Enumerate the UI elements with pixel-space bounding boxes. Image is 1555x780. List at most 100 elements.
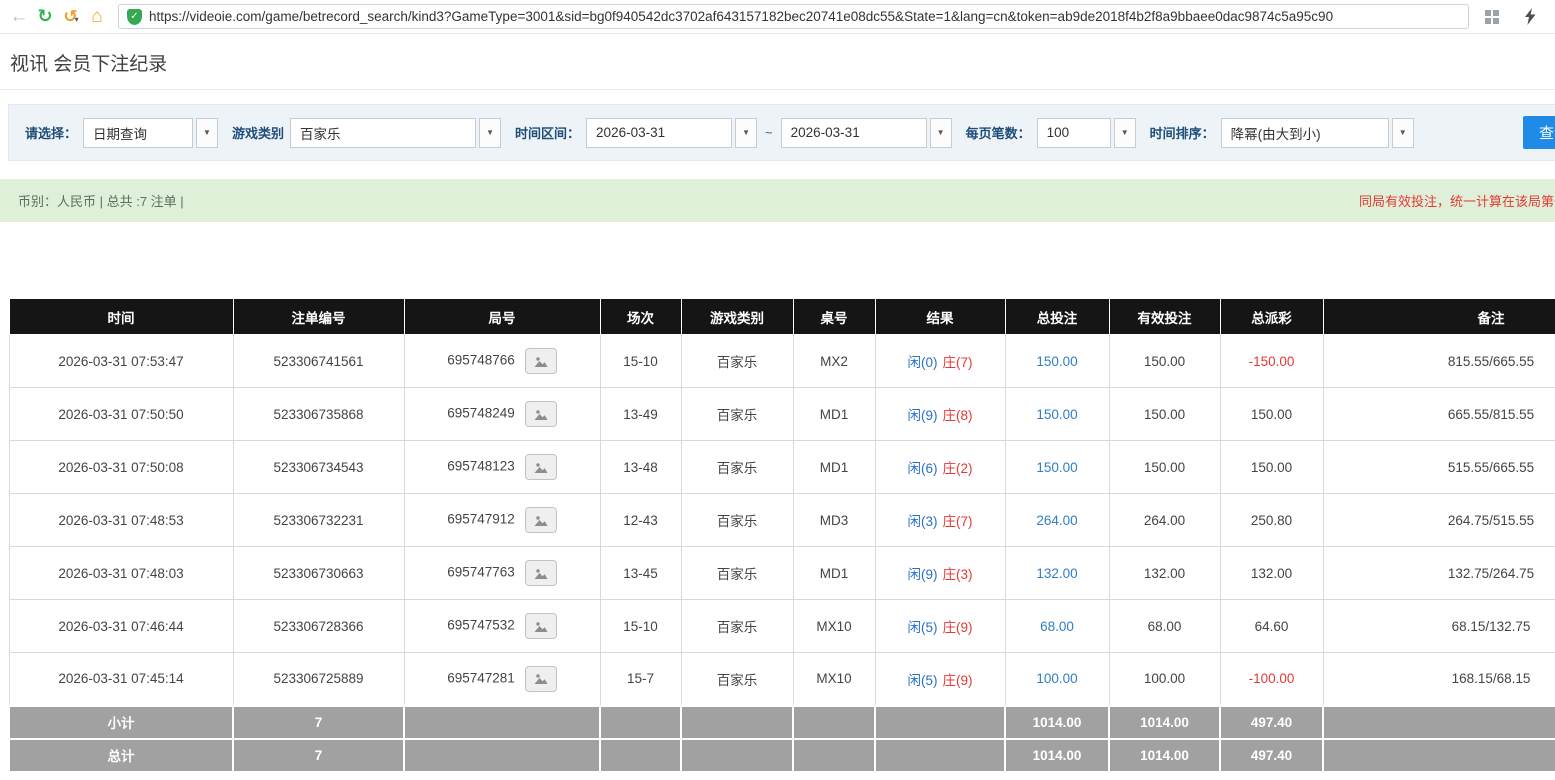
chevron-down-icon[interactable]: ▼ xyxy=(479,117,502,148)
total-bet-cell[interactable]: 150.00 xyxy=(1004,440,1110,494)
round-number: 695748766 xyxy=(447,352,515,368)
valid-bet-cell: 150.00 xyxy=(1108,440,1221,494)
video-replay-button[interactable] xyxy=(524,560,557,586)
banker-result: 庄(7) xyxy=(942,355,973,370)
table-no-cell: MX10 xyxy=(792,652,876,706)
game-type-label: 游戏类别 xyxy=(232,126,285,141)
lightning-icon[interactable] xyxy=(1517,4,1543,30)
bet-id-cell: 523306732231 xyxy=(232,493,405,547)
subtotal-payout: 497.40 xyxy=(1219,704,1324,740)
game-cell: 百家乐 xyxy=(680,599,794,653)
video-replay-button[interactable] xyxy=(524,665,557,692)
video-replay-button[interactable] xyxy=(524,348,557,374)
video-replay-button[interactable] xyxy=(524,401,557,427)
query-type-value[interactable]: 日期查询 xyxy=(83,117,194,148)
security-shield-icon: ✓ xyxy=(127,8,142,25)
back-button[interactable]: ← xyxy=(6,4,32,30)
note-cell: 68.15/132.75 xyxy=(1322,599,1555,653)
session-cell: 15-10 xyxy=(599,599,682,653)
bet-id-cell: 523306730663 xyxy=(232,546,405,600)
session-cell: 13-48 xyxy=(599,440,682,494)
sort-value[interactable]: 降幂(由大到小) xyxy=(1220,117,1389,148)
chevron-down-icon[interactable]: ▼ xyxy=(929,117,952,148)
round-number: 695747532 xyxy=(447,617,515,633)
sort-select[interactable]: 降幂(由大到小) ▼ xyxy=(1220,117,1414,148)
table-row: 2026-03-31 07:50:50 523306735868 6957482… xyxy=(8,387,1555,441)
search-button[interactable]: 查询 xyxy=(1522,116,1555,149)
valid-bet-cell: 150.00 xyxy=(1108,387,1221,441)
media-icon xyxy=(534,674,548,685)
url-text[interactable]: https://videoie.com/game/betrecord_searc… xyxy=(149,9,1333,24)
player-result: 闲(9) xyxy=(907,567,938,582)
home-icon: ⌂ xyxy=(91,5,103,27)
game-type-select[interactable]: 百家乐 ▼ xyxy=(290,117,502,148)
col-header-note: 备注 xyxy=(1322,298,1555,335)
payout-cell: 150.00 xyxy=(1219,387,1324,441)
payout-cell: 132.00 xyxy=(1219,546,1324,600)
total-bet-cell[interactable]: 150.00 xyxy=(1004,387,1110,441)
result-cell: 闲(3) 庄(7) xyxy=(874,493,1006,547)
date-from-picker[interactable]: 2026-03-31 ▼ xyxy=(586,117,758,148)
address-bar[interactable]: ✓ https://videoie.com/game/betrecord_sea… xyxy=(118,4,1469,29)
total-bet-cell[interactable]: 132.00 xyxy=(1004,546,1110,600)
total-bet-cell[interactable]: 68.00 xyxy=(1004,599,1110,653)
session-cell: 12-43 xyxy=(599,493,682,547)
payout-cell: 250.80 xyxy=(1219,493,1324,547)
refresh-button[interactable]: ↻ xyxy=(32,4,58,30)
result-cell: 闲(5) 庄(9) xyxy=(874,599,1006,653)
video-replay-button[interactable] xyxy=(524,507,557,533)
session-cell: 15-10 xyxy=(599,334,682,388)
game-cell: 百家乐 xyxy=(680,493,794,547)
chevron-down-icon[interactable]: ▼ xyxy=(196,117,219,148)
back-icon: ← xyxy=(9,5,29,27)
note-cell: 264.75/515.55 xyxy=(1322,493,1555,547)
result-cell: 闲(6) 庄(2) xyxy=(874,440,1006,494)
subtotal-label: 小计 xyxy=(8,704,234,740)
home-button[interactable]: ⌂ xyxy=(84,4,110,30)
note-cell: 665.55/815.55 xyxy=(1322,387,1555,441)
total-bet-cell[interactable]: 150.00 xyxy=(1004,334,1110,388)
chevron-down-icon[interactable]: ▼ xyxy=(735,117,758,148)
grand-total-total-bet: 1014.00 xyxy=(1004,737,1110,773)
undo-button[interactable]: ↺ ▾ xyxy=(58,4,84,30)
result-cell: 闲(0) 庄(7) xyxy=(874,334,1006,388)
query-type-select[interactable]: 日期查询 ▼ xyxy=(83,117,219,148)
apps-grid-icon[interactable] xyxy=(1479,4,1505,30)
bet-id-cell: 523306734543 xyxy=(232,440,405,494)
table-row: 2026-03-31 07:48:03 523306730663 6957477… xyxy=(8,546,1555,600)
time-cell: 2026-03-31 07:50:08 xyxy=(8,440,234,494)
chevron-down-icon[interactable]: ▼ xyxy=(1391,117,1414,148)
time-cell: 2026-03-31 07:50:50 xyxy=(8,387,234,441)
col-header-game: 游戏类别 xyxy=(680,298,794,335)
video-replay-button[interactable] xyxy=(524,613,557,639)
date-to-value[interactable]: 2026-03-31 xyxy=(780,117,927,148)
page-size-select[interactable]: 100 ▼ xyxy=(1036,117,1136,148)
note-cell: 168.15/68.15 xyxy=(1322,652,1555,706)
col-header-time: 时间 xyxy=(8,298,234,335)
total-bet-cell[interactable]: 100.00 xyxy=(1004,652,1110,706)
sort-label: 时间排序： xyxy=(1149,126,1215,141)
video-replay-button[interactable] xyxy=(524,454,557,480)
payout-cell: -100.00 xyxy=(1219,652,1324,706)
valid-bet-cell: 264.00 xyxy=(1108,493,1221,547)
media-icon xyxy=(534,462,548,473)
grand-total-valid-bet: 1014.00 xyxy=(1108,737,1221,773)
game-type-value[interactable]: 百家乐 xyxy=(290,117,477,148)
page-size-value[interactable]: 100 xyxy=(1036,117,1111,148)
result-cell: 闲(9) 庄(3) xyxy=(874,546,1006,600)
chevron-down-icon[interactable]: ▼ xyxy=(1113,117,1136,148)
game-cell: 百家乐 xyxy=(680,334,794,388)
round-cell: 695747763 xyxy=(403,546,601,600)
browser-toolbar: ← ↻ ↺ ▾ ⌂ ✓ https://videoie.com/game/bet… xyxy=(0,0,1555,34)
total-bet-cell[interactable]: 264.00 xyxy=(1004,493,1110,547)
game-cell: 百家乐 xyxy=(680,546,794,600)
date-to-picker[interactable]: 2026-03-31 ▼ xyxy=(780,117,952,148)
game-cell: 百家乐 xyxy=(680,440,794,494)
session-cell: 13-45 xyxy=(599,546,682,600)
time-range-label: 时间区间： xyxy=(515,126,581,141)
table-row: 2026-03-31 07:48:53 523306732231 6957479… xyxy=(8,493,1555,547)
grand-total-payout: 497.40 xyxy=(1219,737,1324,773)
undo-dropdown-icon: ▾ xyxy=(74,14,79,24)
date-from-value[interactable]: 2026-03-31 xyxy=(586,117,733,148)
round-cell: 695747281 xyxy=(403,652,601,706)
